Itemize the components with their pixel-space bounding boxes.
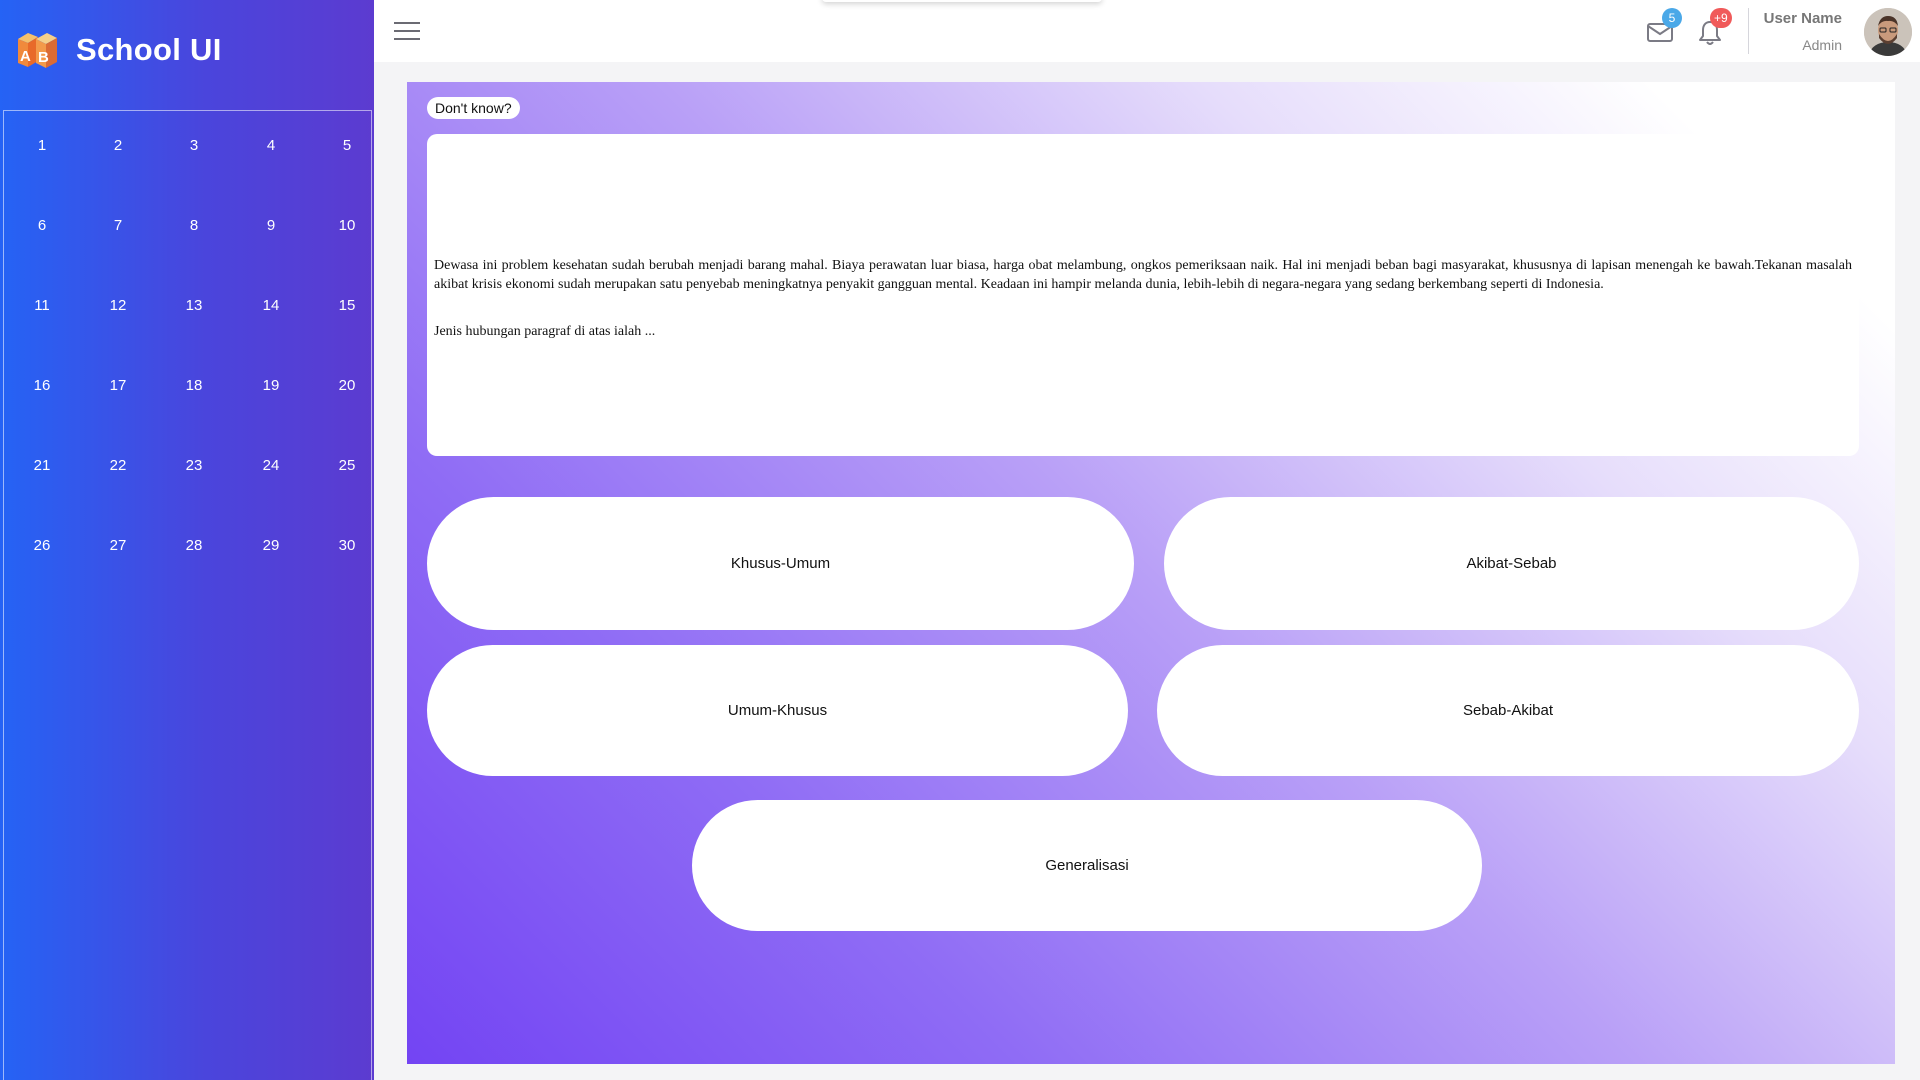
question-number-item[interactable]: 26 (12, 531, 72, 561)
question-number-item[interactable]: 10 (317, 211, 377, 241)
question-number-item[interactable]: 14 (241, 291, 301, 321)
question-number-item[interactable]: 12 (88, 291, 148, 321)
question-number-item[interactable]: 19 (241, 371, 301, 401)
topbar: 5 +9 User Name Admin (374, 0, 1920, 62)
answer-option-a[interactable]: Khusus-Umum (427, 497, 1134, 630)
question-card: Dewasa ini problem kesehatan sudah berub… (427, 134, 1859, 456)
question-number-item[interactable]: 17 (88, 371, 148, 401)
question-number-item[interactable]: 21 (12, 451, 72, 481)
svg-text:A: A (20, 48, 31, 65)
question-prompt: Jenis hubungan paragraf di atas ialah ..… (434, 324, 656, 339)
question-number-item[interactable]: 9 (241, 211, 301, 241)
question-number-item[interactable]: 27 (88, 531, 148, 561)
question-number-panel: 1 2 3 4 5 6 7 8 9 10 11 12 13 14 15 16 17 18 19 20 21 22 23 24 2… (3, 110, 372, 1080)
answer-option-b[interactable]: Akibat-Sebab (1164, 497, 1859, 630)
question-number-item[interactable]: 3 (164, 131, 224, 161)
question-number-item[interactable]: 25 (317, 451, 377, 481)
sidebar: A B School UI 1 2 3 4 5 6 7 8 9 10 11 12 13 14 15 16 17 1… (0, 0, 374, 1080)
notification-badge: +9 (1710, 8, 1732, 28)
question-number-item[interactable]: 28 (164, 531, 224, 561)
question-number-item[interactable]: 20 (317, 371, 377, 401)
brand[interactable]: A B School UI (14, 26, 222, 74)
question-number-item[interactable]: 5 (317, 131, 377, 161)
question-number-item[interactable]: 7 (88, 211, 148, 241)
mail-button[interactable]: 5 (1644, 8, 1682, 48)
question-number-item[interactable]: 13 (164, 291, 224, 321)
quiz-panel: Don't know? Dewasa ini problem kesehatan… (407, 82, 1895, 1064)
question-number-item[interactable]: 23 (164, 451, 224, 481)
question-number-item[interactable]: 1 (12, 131, 72, 161)
user-role: Admin (1802, 37, 1842, 53)
answer-option-d[interactable]: Sebab-Akibat (1157, 645, 1859, 776)
hamburger-icon[interactable] (394, 21, 420, 41)
question-number-item[interactable]: 29 (241, 531, 301, 561)
question-number-item[interactable]: 30 (317, 531, 377, 561)
question-number-item[interactable]: 16 (12, 371, 72, 401)
brand-title: School UI (76, 32, 222, 67)
question-number-item[interactable]: 22 (88, 451, 148, 481)
notifications-button[interactable]: +9 (1694, 8, 1732, 48)
svg-text:B: B (38, 49, 49, 66)
question-number-item[interactable]: 6 (12, 211, 72, 241)
topbar-divider (1748, 8, 1749, 54)
question-number-item[interactable]: 4 (241, 131, 301, 161)
question-number-item[interactable]: 2 (88, 131, 148, 161)
question-number-item[interactable]: 11 (12, 291, 72, 321)
dont-know-button[interactable]: Don't know? (427, 97, 520, 119)
mail-badge: 5 (1662, 8, 1682, 28)
abc-blocks-logo-icon: A B (14, 27, 60, 73)
answer-option-c[interactable]: Umum-Khusus (427, 645, 1128, 776)
question-number-item[interactable]: 24 (241, 451, 301, 481)
answer-option-e[interactable]: Generalisasi (692, 800, 1482, 931)
question-text: Dewasa ini problem kesehatan sudah berub… (434, 258, 1852, 292)
user-name[interactable]: User Name (1764, 10, 1842, 27)
avatar[interactable] (1864, 8, 1912, 56)
top-dropdown-edge (822, 0, 1102, 2)
question-number-item[interactable]: 18 (164, 371, 224, 401)
question-number-item[interactable]: 15 (317, 291, 377, 321)
question-number-item[interactable]: 8 (164, 211, 224, 241)
